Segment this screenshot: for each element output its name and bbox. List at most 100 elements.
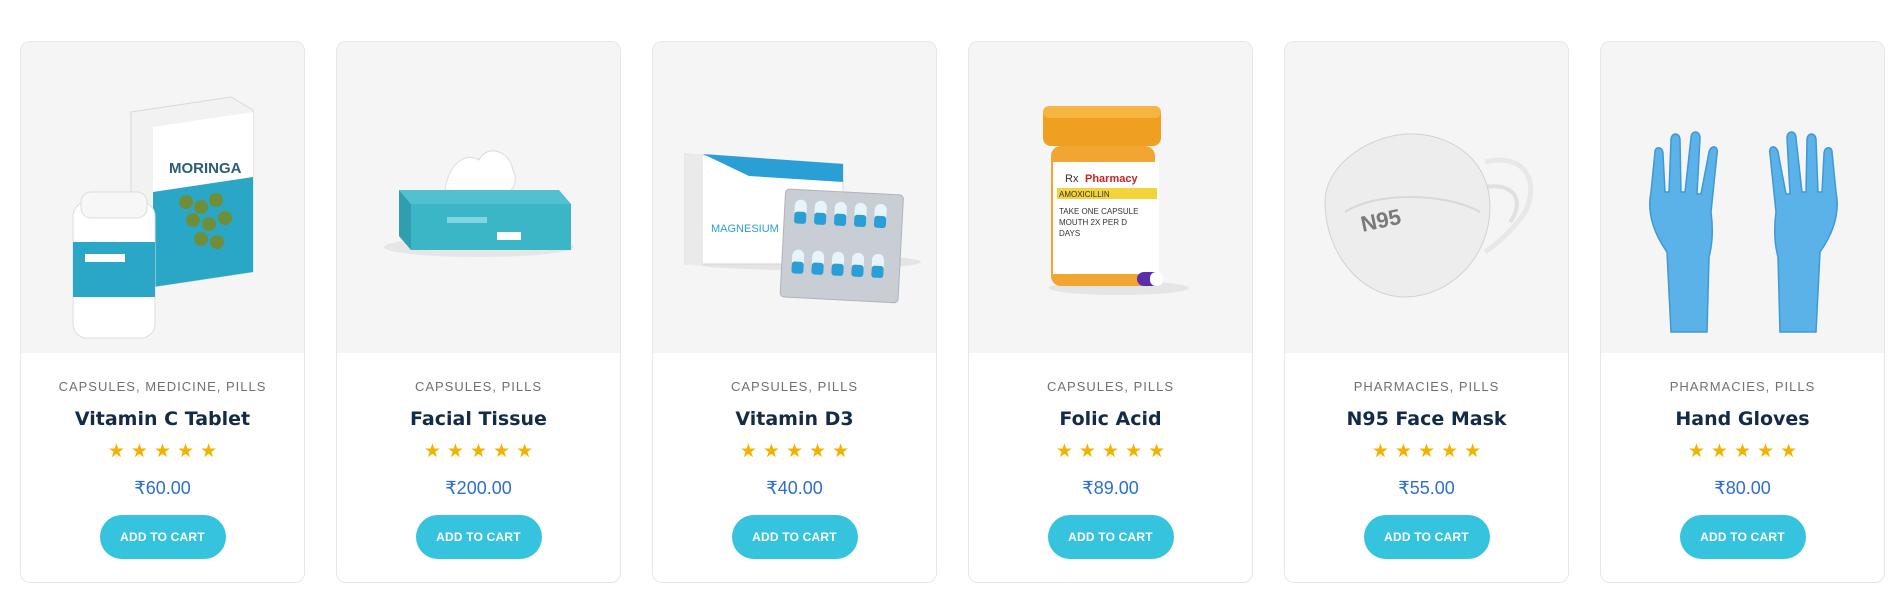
star-icon: ★ <box>1780 441 1798 462</box>
product-title[interactable]: Vitamin C Tablet <box>21 408 304 430</box>
star-icon: ★ <box>809 441 827 462</box>
product-categories: PHARMACIES, PILLS <box>1669 379 1816 394</box>
product-price: ₹60.00 <box>134 478 191 498</box>
star-icon: ★ <box>1710 441 1728 462</box>
category-link[interactable]: CAPSULES <box>59 379 136 394</box>
product-image[interactable]: Rx Pharmacy AMOXICILLIN TAKE ONE CAPSULE… <box>969 42 1252 353</box>
pharmacy-pill-bottle-icon: Rx Pharmacy AMOXICILLIN TAKE ONE CAPSULE… <box>1043 106 1189 295</box>
product-price: ₹200.00 <box>445 478 512 498</box>
star-icon: ★ <box>200 441 218 462</box>
add-to-cart-button[interactable]: ADD TO CART <box>1363 515 1490 559</box>
star-icon: ★ <box>516 441 534 462</box>
n95-mask-icon: N95 <box>1324 133 1534 298</box>
star-rating: ★ ★ ★ ★ ★ <box>21 442 304 462</box>
star-icon: ★ <box>832 441 850 462</box>
svg-text:Pharmacy: Pharmacy <box>1085 173 1138 185</box>
star-rating: ★ ★ ★ ★ ★ <box>1601 442 1884 462</box>
product-price: ₹80.00 <box>1714 478 1771 498</box>
moringa-supplement-icon: MORINGA <box>72 96 254 339</box>
star-icon: ★ <box>469 441 488 462</box>
category-link[interactable]: CAPSULES <box>415 379 492 394</box>
product-title[interactable]: Facial Tissue <box>337 408 620 430</box>
product-card: PHARMACIES, PILLS Hand Gloves ★ ★ ★ ★ ★ ₹80.… <box>1600 41 1885 583</box>
product-title[interactable]: Vitamin D3 <box>653 408 936 430</box>
star-rating: ★ ★ ★ ★ ★ <box>337 442 620 462</box>
gloves-icon <box>1649 131 1838 333</box>
product-categories: CAPSULES, PILLS <box>1046 379 1175 394</box>
star-icon: ★ <box>153 441 172 462</box>
category-link[interactable]: PHARMACIES <box>1670 379 1766 394</box>
star-rating: ★ ★ ★ ★ ★ <box>653 442 936 462</box>
star-icon: ★ <box>1441 441 1459 462</box>
star-rating: ★ ★ ★ ★ ★ <box>969 442 1252 462</box>
product-title[interactable]: Hand Gloves <box>1601 408 1884 430</box>
product-card: MAGNESIUM CAPSULES, PILLS Vitamin D3 ★ ★… <box>652 41 937 583</box>
svg-text:TAKE ONE CAPSULE: TAKE ONE CAPSULE <box>1059 207 1138 216</box>
category-link[interactable]: PILLS <box>1775 379 1815 394</box>
star-icon: ★ <box>1125 441 1143 462</box>
star-icon: ★ <box>1687 441 1705 462</box>
product-categories: CAPSULES, MEDICINE, PILLS <box>58 379 267 394</box>
star-icon: ★ <box>1394 441 1412 462</box>
product-image[interactable]: MAGNESIUM <box>653 42 936 353</box>
star-rating: ★ ★ ★ ★ ★ <box>1285 442 1568 462</box>
product-image[interactable]: N95 <box>1285 42 1568 353</box>
add-to-cart-button[interactable]: ADD TO CART <box>99 515 226 559</box>
star-icon: ★ <box>1757 441 1775 462</box>
product-price: ₹40.00 <box>766 478 823 498</box>
star-icon: ★ <box>1417 441 1436 462</box>
star-icon: ★ <box>1371 441 1389 462</box>
product-title[interactable]: N95 Face Mask <box>1285 408 1568 430</box>
category-link[interactable]: CAPSULES <box>731 379 808 394</box>
category-link[interactable]: PILLS <box>226 379 266 394</box>
star-icon: ★ <box>1055 441 1073 462</box>
star-icon: ★ <box>1733 441 1752 462</box>
svg-text:MOUTH 2X PER D: MOUTH 2X PER D <box>1059 218 1127 227</box>
product-image[interactable] <box>1601 42 1884 353</box>
product-categories: CAPSULES, PILLS <box>730 379 859 394</box>
svg-text:Rx: Rx <box>1065 173 1079 185</box>
product-card: Rx Pharmacy AMOXICILLIN TAKE ONE CAPSULE… <box>968 41 1253 583</box>
product-card: CAPSULES, PILLS Facial Tissue ★ ★ ★ ★ ★ ₹200… <box>336 41 621 583</box>
star-icon: ★ <box>1078 441 1096 462</box>
category-link[interactable]: MEDICINE <box>145 379 217 394</box>
star-icon: ★ <box>107 441 125 462</box>
star-icon: ★ <box>446 441 464 462</box>
add-to-cart-button[interactable]: ADD TO CART <box>731 515 858 559</box>
tissue-box-icon <box>384 150 574 257</box>
capsule-blister-pack-icon: MAGNESIUM <box>684 153 921 304</box>
category-link[interactable]: PILLS <box>502 379 542 394</box>
product-price: ₹55.00 <box>1398 478 1455 498</box>
product-card: MORINGA CAPSULES, MEDICINE, PILLS Vitami… <box>20 41 305 583</box>
star-icon: ★ <box>1148 441 1166 462</box>
star-icon: ★ <box>1464 441 1482 462</box>
product-grid: MORINGA CAPSULES, MEDICINE, PILLS Vitami… <box>20 41 1885 583</box>
product-price: ₹89.00 <box>1082 478 1139 498</box>
svg-text:DAYS: DAYS <box>1059 229 1080 238</box>
product-image[interactable] <box>337 42 620 353</box>
category-link[interactable]: PILLS <box>1459 379 1499 394</box>
category-link[interactable]: PILLS <box>1134 379 1174 394</box>
star-icon: ★ <box>1101 441 1120 462</box>
product-image[interactable]: MORINGA <box>21 42 304 353</box>
category-link[interactable]: PHARMACIES <box>1354 379 1450 394</box>
add-to-cart-button[interactable]: ADD TO CART <box>415 515 542 559</box>
product-categories: CAPSULES, PILLS <box>414 379 543 394</box>
svg-text:AMOXICILLIN: AMOXICILLIN <box>1059 190 1110 199</box>
star-icon: ★ <box>493 441 511 462</box>
star-icon: ★ <box>130 441 148 462</box>
star-icon: ★ <box>423 441 441 462</box>
star-icon: ★ <box>739 441 757 462</box>
product-categories: PHARMACIES, PILLS <box>1353 379 1500 394</box>
star-icon: ★ <box>785 441 804 462</box>
product-title[interactable]: Folic Acid <box>969 408 1252 430</box>
svg-text:MORINGA: MORINGA <box>169 160 242 177</box>
category-link[interactable]: PILLS <box>818 379 858 394</box>
category-link[interactable]: CAPSULES <box>1047 379 1124 394</box>
add-to-cart-button[interactable]: ADD TO CART <box>1679 515 1806 559</box>
star-icon: ★ <box>177 441 195 462</box>
add-to-cart-button[interactable]: ADD TO CART <box>1047 515 1174 559</box>
star-icon: ★ <box>762 441 780 462</box>
svg-text:MAGNESIUM: MAGNESIUM <box>711 223 779 235</box>
product-card: N95 PHARMACIES, PILLS N95 Face Mask ★ ★ ★ ★… <box>1284 41 1569 583</box>
